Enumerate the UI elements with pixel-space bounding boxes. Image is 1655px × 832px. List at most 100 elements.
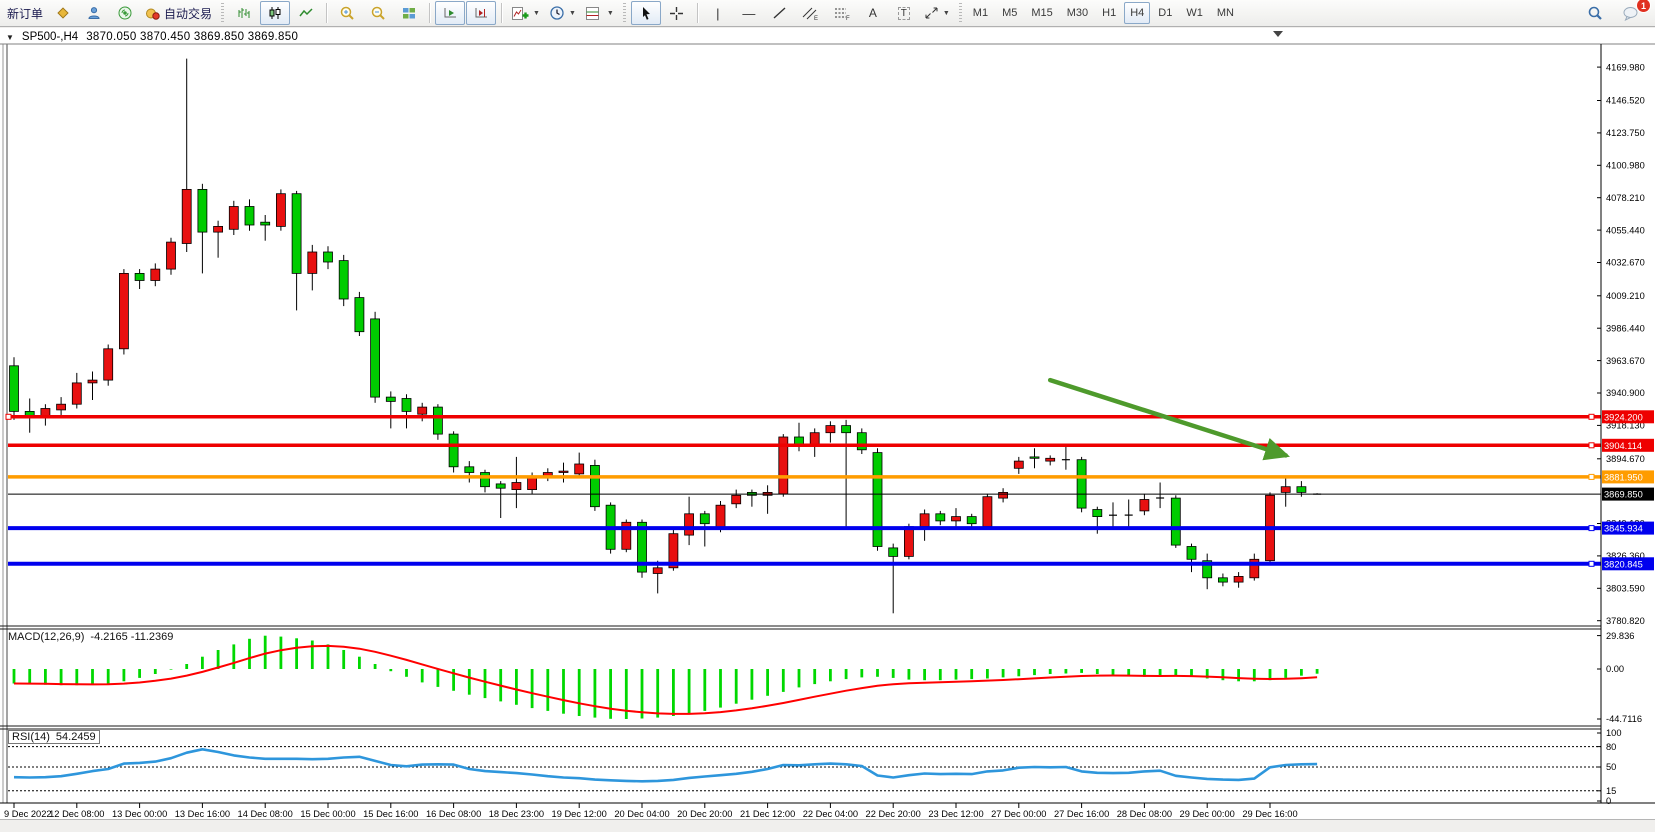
gold-diamond-icon[interactable]: [48, 1, 78, 25]
timeframe-D1[interactable]: D1: [1152, 2, 1178, 24]
price-axis[interactable]: 4169.9804146.5204123.7504100.9804078.210…: [1597, 44, 1645, 806]
chat-icon[interactable]: 1: [1616, 1, 1646, 25]
macd-pane: [14, 636, 1317, 719]
toolbar-separator: [501, 3, 502, 23]
text-tool[interactable]: A: [858, 1, 888, 25]
autotrade-label: 自动交易: [164, 5, 212, 22]
add-indicator-icon[interactable]: ▼: [507, 1, 544, 25]
symbol-period-label: SP500-,H4: [22, 31, 78, 43]
timeframe-M1[interactable]: M1: [967, 2, 994, 24]
toolbar-separator: [697, 3, 698, 23]
timeframe-H1[interactable]: H1: [1096, 2, 1122, 24]
collapse-icon[interactable]: ▼: [6, 33, 14, 42]
trendline-tool[interactable]: [765, 1, 795, 25]
rsi-name: RSI(14): [12, 731, 50, 743]
svg-text:80: 80: [1606, 742, 1616, 752]
signals-icon[interactable]: [110, 1, 140, 25]
timeframe-M15[interactable]: M15: [1025, 2, 1058, 24]
arrows-tool[interactable]: ▼: [920, 1, 954, 25]
template-icon[interactable]: ▼: [581, 1, 618, 25]
svg-text:4032.670: 4032.670: [1606, 258, 1645, 268]
svg-text:22 Dec 20:00: 22 Dec 20:00: [866, 809, 921, 819]
svg-text:29 Dec 00:00: 29 Dec 00:00: [1180, 809, 1235, 819]
text-label-tool[interactable]: T: [889, 1, 919, 25]
search-icon[interactable]: [1580, 1, 1610, 25]
hline-3820.845[interactable]: [8, 561, 1601, 566]
price-label-3845.934: 3845.934: [1602, 522, 1654, 535]
svg-text:100: 100: [1606, 728, 1622, 738]
timeframe-H4[interactable]: H4: [1124, 2, 1150, 24]
svg-text:F: F: [846, 16, 850, 21]
svg-text:20 Dec 04:00: 20 Dec 04:00: [614, 809, 669, 819]
svg-text:4169.980: 4169.980: [1606, 62, 1645, 72]
price-label-3820.845: 3820.845: [1602, 557, 1654, 570]
period-clock-icon[interactable]: ▼: [545, 1, 580, 25]
chevron-down-icon: ▼: [569, 10, 576, 17]
timeframe-group: M1M5M15M30H1H4D1W1MN: [967, 2, 1240, 24]
svg-text:13 Dec 16:00: 13 Dec 16:00: [175, 809, 230, 819]
svg-text:3940.900: 3940.900: [1606, 388, 1645, 398]
svg-text:4100.980: 4100.980: [1606, 161, 1645, 171]
cursor-tool[interactable]: [631, 1, 661, 25]
svg-text:23 Dec 12:00: 23 Dec 12:00: [928, 809, 983, 819]
svg-text:28 Dec 08:00: 28 Dec 08:00: [1117, 809, 1172, 819]
toolbar-separator: [429, 3, 430, 23]
svg-text:3963.670: 3963.670: [1606, 356, 1645, 366]
chart-shift-icon[interactable]: [466, 1, 496, 25]
timeframe-W1[interactable]: W1: [1180, 2, 1209, 24]
candlestick-chart-icon[interactable]: [260, 1, 290, 25]
svg-text:16 Dec 08:00: 16 Dec 08:00: [426, 809, 481, 819]
notification-badge: 1: [1636, 0, 1651, 13]
svg-text:3869.850: 3869.850: [1604, 490, 1643, 500]
svg-text:22 Dec 04:00: 22 Dec 04:00: [803, 809, 858, 819]
time-axis[interactable]: 9 Dec 202212 Dec 08:0013 Dec 00:0013 Dec…: [0, 803, 1655, 819]
hline-3924.200[interactable]: [6, 414, 1601, 419]
svg-text:27 Dec 16:00: 27 Dec 16:00: [1054, 809, 1109, 819]
ohlc-values: 3870.050 3870.450 3869.850 3869.850: [86, 31, 298, 43]
svg-text:20 Dec 20:00: 20 Dec 20:00: [677, 809, 732, 819]
profile-icon[interactable]: [79, 1, 109, 25]
svg-text:3881.950: 3881.950: [1604, 472, 1643, 482]
chevron-down-icon: ▼: [607, 10, 614, 17]
toolbar-grip: [959, 3, 962, 23]
timeframe-M5[interactable]: M5: [996, 2, 1023, 24]
rsi-value: 54.2459: [56, 731, 96, 743]
zoom-in-icon[interactable]: [332, 1, 362, 25]
svg-text:E: E: [814, 16, 818, 21]
zoom-out-icon[interactable]: [363, 1, 393, 25]
svg-text:9 Dec 2022: 9 Dec 2022: [4, 809, 52, 819]
svg-text:0: 0: [1606, 796, 1611, 806]
hline-3904.114[interactable]: [8, 443, 1601, 448]
hline-3881.950[interactable]: [8, 474, 1601, 479]
rsi-indicator-label: RSI(14) 54.2459: [8, 730, 100, 744]
crosshair-tool[interactable]: [662, 1, 692, 25]
toolbar-grip: [221, 3, 224, 23]
timeframe-M30[interactable]: M30: [1061, 2, 1094, 24]
svg-text:3780.820: 3780.820: [1606, 616, 1645, 626]
svg-text:0.00: 0.00: [1606, 664, 1624, 674]
bar-chart-icon[interactable]: [229, 1, 259, 25]
vertical-line-tool[interactable]: |: [703, 1, 733, 25]
channel-tool[interactable]: E: [796, 1, 826, 25]
toolbar: 新订单 自动交易 ▼ ▼: [0, 0, 1655, 27]
chart-canvas[interactable]: 4169.9804146.5204123.7504100.9804078.210…: [0, 28, 1655, 827]
svg-text:3845.934: 3845.934: [1604, 524, 1643, 534]
fibonacci-tool[interactable]: F: [827, 1, 857, 25]
line-chart-icon[interactable]: [291, 1, 321, 25]
svg-text:29.836: 29.836: [1606, 631, 1634, 641]
shift-marker-icon[interactable]: [1273, 31, 1283, 37]
svg-text:27 Dec 00:00: 27 Dec 00:00: [991, 809, 1046, 819]
hline-3845.934[interactable]: [8, 526, 1601, 531]
tile-windows-icon[interactable]: [394, 1, 424, 25]
auto-scroll-icon[interactable]: [435, 1, 465, 25]
chevron-down-icon: ▼: [533, 10, 540, 17]
svg-text:14 Dec 08:00: 14 Dec 08:00: [238, 809, 293, 819]
svg-text:3820.845: 3820.845: [1604, 559, 1643, 569]
new-order-button[interactable]: 新订单: [3, 1, 47, 25]
svg-text:3894.670: 3894.670: [1606, 454, 1645, 464]
rsi-pane: [8, 747, 1601, 791]
horizontal-line-tool[interactable]: —: [734, 1, 764, 25]
svg-text:13 Dec 00:00: 13 Dec 00:00: [112, 809, 167, 819]
timeframe-MN[interactable]: MN: [1211, 2, 1240, 24]
autotrade-button[interactable]: 自动交易: [141, 1, 216, 25]
